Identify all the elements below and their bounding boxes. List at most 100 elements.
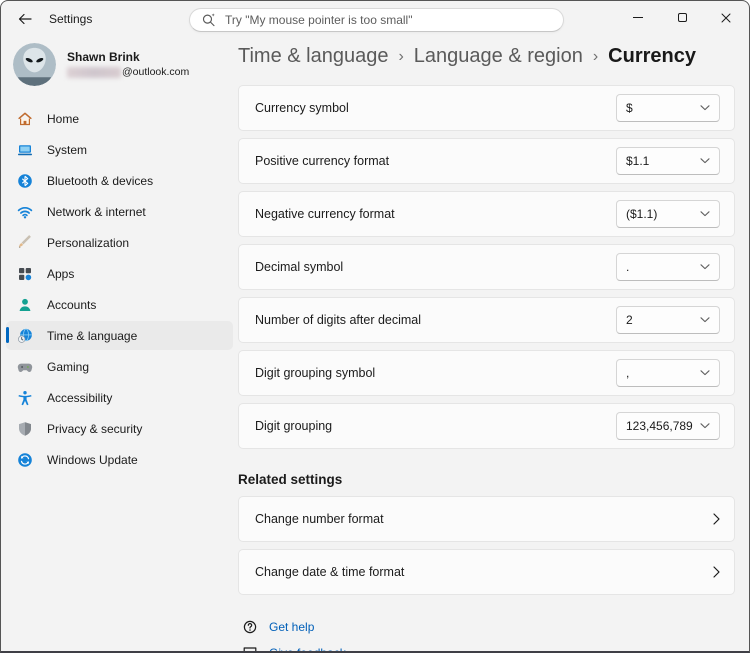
help-footer: Get help Give feedback	[238, 616, 735, 653]
close-button[interactable]	[704, 1, 748, 34]
network-icon	[17, 204, 33, 220]
breadcrumb-separator-icon: ›	[398, 47, 403, 66]
chevron-down-icon	[700, 317, 710, 323]
privacy-icon	[17, 421, 33, 437]
breadcrumb-language-region[interactable]: Language & region	[414, 45, 583, 68]
minimize-button[interactable]	[616, 1, 660, 34]
setting-label: Negative currency format	[255, 207, 616, 221]
sidebar-item-windows-update[interactable]: Windows Update	[6, 445, 233, 474]
setting-label: Decimal symbol	[255, 260, 616, 274]
sidebar-item-label: System	[47, 143, 87, 157]
footer-link-label: Give feedback	[269, 646, 346, 653]
footer-link-get-help[interactable]: Get help	[242, 616, 314, 638]
time-language-icon	[17, 328, 33, 344]
sidebar-item-privacy-security[interactable]: Privacy & security	[6, 414, 233, 443]
profile-name: Shawn Brink	[67, 50, 189, 65]
dropdown-currency-symbol[interactable]: $	[616, 94, 720, 122]
sidebar-item-label: Gaming	[47, 360, 89, 374]
profile-block[interactable]: Shawn Brink @outlook.com	[13, 43, 238, 86]
dropdown-value: ,	[626, 366, 700, 380]
window-title: Settings	[49, 12, 92, 26]
setting-row-currency-symbol: Currency symbol $	[238, 85, 735, 131]
dropdown-value: 123,456,789	[626, 419, 700, 433]
link-row-change-date-time-format[interactable]: Change date & time format	[238, 549, 735, 595]
close-icon	[721, 13, 731, 23]
sidebar-item-accessibility[interactable]: Accessibility	[6, 383, 233, 412]
dropdown-positive-currency-format[interactable]: $1.1	[616, 147, 720, 175]
windows-update-icon	[17, 452, 33, 468]
main-area: Shawn Brink @outlook.com Home	[1, 37, 749, 651]
chevron-down-icon	[700, 370, 710, 376]
sidebar-nav: Home System Bluetooth & devices	[1, 104, 238, 474]
breadcrumb-separator-icon: ›	[593, 47, 598, 66]
sidebar-item-accounts[interactable]: Accounts	[6, 290, 233, 319]
dropdown-number-of-digits-after-decimal[interactable]: 2	[616, 306, 720, 334]
dropdown-digit-grouping[interactable]: 123,456,789	[616, 412, 720, 440]
accounts-icon	[17, 297, 33, 313]
link-row-change-number-format[interactable]: Change number format	[238, 496, 735, 542]
breadcrumb-time-language[interactable]: Time & language	[238, 45, 388, 68]
help-icon	[242, 619, 258, 635]
sidebar-item-bluetooth-devices[interactable]: Bluetooth & devices	[6, 166, 233, 195]
page-title: Currency	[608, 45, 696, 68]
chevron-down-icon	[700, 423, 710, 429]
setting-label: Currency symbol	[255, 101, 616, 115]
dropdown-value: ($1.1)	[626, 207, 700, 221]
footer-link-give-feedback[interactable]: Give feedback	[242, 642, 346, 653]
sidebar-item-network-internet[interactable]: Network & internet	[6, 197, 233, 226]
minimize-icon	[633, 17, 643, 18]
footer-link-label: Get help	[269, 620, 314, 634]
setting-label: Digit grouping	[255, 419, 616, 433]
sidebar-item-label: Personalization	[47, 236, 129, 250]
setting-row-digit-grouping: Digit grouping 123,456,789	[238, 403, 735, 449]
setting-row-decimal-symbol: Decimal symbol .	[238, 244, 735, 290]
sidebar-item-label: Apps	[47, 267, 74, 281]
title-bar: Settings	[1, 1, 749, 37]
search-icon	[201, 12, 217, 28]
sidebar-item-personalization[interactable]: Personalization	[6, 228, 233, 257]
sidebar-item-label: Accessibility	[47, 391, 112, 405]
email-domain: @outlook.com	[122, 65, 189, 79]
link-row-label: Change number format	[255, 512, 713, 526]
sidebar-item-label: Accounts	[47, 298, 96, 312]
sidebar-item-time-language[interactable]: Time & language	[6, 321, 233, 350]
chevron-down-icon	[700, 264, 710, 270]
search-input[interactable]	[225, 13, 552, 27]
setting-row-negative-currency-format: Negative currency format ($1.1)	[238, 191, 735, 237]
search-box[interactable]	[189, 8, 564, 32]
setting-row-positive-currency-format: Positive currency format $1.1	[238, 138, 735, 184]
sidebar-item-label: Home	[47, 112, 79, 126]
back-button[interactable]	[9, 5, 41, 33]
dropdown-value: .	[626, 260, 700, 274]
sidebar-item-label: Bluetooth & devices	[47, 174, 153, 188]
sidebar-item-gaming[interactable]: Gaming	[6, 352, 233, 381]
window-controls	[616, 1, 748, 34]
personalization-icon	[17, 235, 33, 251]
maximize-button[interactable]	[660, 1, 704, 34]
setting-label: Number of digits after decimal	[255, 313, 616, 327]
sidebar-item-system[interactable]: System	[6, 135, 233, 164]
apps-icon	[17, 266, 33, 282]
maximize-icon	[678, 13, 687, 22]
sidebar-item-home[interactable]: Home	[6, 104, 233, 133]
accessibility-icon	[17, 390, 33, 406]
chevron-right-icon	[713, 566, 720, 578]
sidebar-item-label: Time & language	[47, 329, 137, 343]
home-icon	[17, 111, 33, 127]
chevron-down-icon	[700, 105, 710, 111]
dropdown-negative-currency-format[interactable]: ($1.1)	[616, 200, 720, 228]
feedback-icon	[242, 645, 258, 653]
sidebar-item-apps[interactable]: Apps	[6, 259, 233, 288]
setting-label: Positive currency format	[255, 154, 616, 168]
dropdown-decimal-symbol[interactable]: .	[616, 253, 720, 281]
related-settings-title: Related settings	[238, 472, 735, 487]
gaming-icon	[17, 359, 33, 375]
chevron-right-icon	[713, 513, 720, 525]
dropdown-value: $1.1	[626, 154, 700, 168]
dropdown-digit-grouping-symbol[interactable]: ,	[616, 359, 720, 387]
chevron-down-icon	[700, 211, 710, 217]
chevron-down-icon	[700, 158, 710, 164]
sidebar-item-label: Privacy & security	[47, 422, 142, 436]
email-redacted	[67, 67, 121, 78]
breadcrumb: Time & language › Language & region › Cu…	[238, 45, 735, 68]
